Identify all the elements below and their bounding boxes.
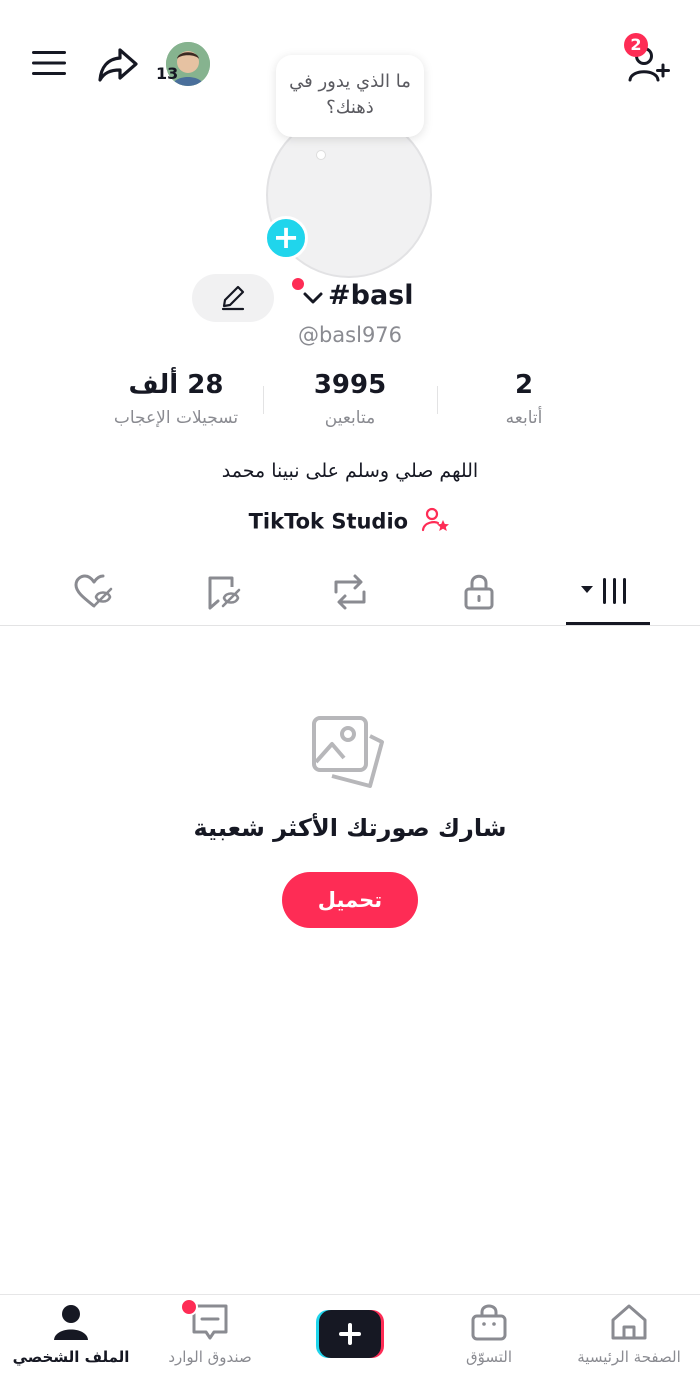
following-label: أتابعه bbox=[505, 408, 543, 428]
friend-count: 13 bbox=[156, 64, 179, 83]
likes-label: تسجيلات الإعجاب bbox=[113, 408, 239, 428]
liked-icon bbox=[74, 574, 113, 608]
profile-bio: اللهم صلي وسلم على نبينا محمد bbox=[221, 460, 479, 482]
chevron-down-icon bbox=[303, 292, 323, 304]
followers-label: متابعين bbox=[324, 408, 376, 428]
nav-shop[interactable]: التسوّق bbox=[424, 1302, 554, 1382]
tab-liked[interactable] bbox=[66, 570, 122, 614]
thought-bubble-tail bbox=[316, 150, 326, 160]
home-icon bbox=[611, 1304, 647, 1340]
inbox-notification-dot bbox=[180, 1298, 198, 1316]
bookmark-icon bbox=[208, 576, 241, 610]
username-text: @basl976 bbox=[297, 323, 403, 347]
edit-profile-button[interactable] bbox=[192, 274, 274, 322]
create-button[interactable] bbox=[316, 1310, 384, 1358]
menu-button[interactable] bbox=[30, 44, 68, 82]
repost-icon bbox=[334, 574, 366, 610]
upload-button[interactable]: تحميل bbox=[282, 872, 418, 928]
nav-inbox[interactable]: صندوق الوارد bbox=[145, 1302, 275, 1382]
username: @basl976 bbox=[0, 323, 700, 347]
create-plus-icon bbox=[316, 1310, 384, 1358]
tab-reposts[interactable] bbox=[322, 570, 378, 614]
tabs-divider bbox=[0, 625, 700, 626]
tab-favorites[interactable] bbox=[196, 570, 252, 614]
plus-icon: + bbox=[272, 218, 300, 256]
studio-link[interactable]: TikTok Studio bbox=[0, 506, 700, 539]
shopping-bag-icon bbox=[471, 1304, 507, 1341]
nav-profile[interactable]: الملف الشخصي bbox=[6, 1302, 136, 1382]
tab-private[interactable] bbox=[451, 570, 507, 614]
nav-shop-label: التسوّق bbox=[465, 1348, 513, 1366]
account-switch-button[interactable] bbox=[300, 286, 326, 310]
thought-bubble[interactable]: ما الذي يدور في ذهنك؟ bbox=[276, 55, 424, 137]
nav-home-label: الصفحة الرئيسية bbox=[577, 1348, 681, 1366]
share-arrow-icon bbox=[98, 48, 138, 82]
likes-count[interactable]: 28 ألف bbox=[86, 370, 266, 400]
photos-icon bbox=[310, 714, 390, 794]
nav-home[interactable]: الصفحة الرئيسية bbox=[564, 1302, 694, 1382]
notification-badge: 2 bbox=[624, 33, 648, 57]
lock-icon bbox=[464, 574, 494, 610]
pencil-icon bbox=[221, 285, 245, 311]
creator-star-icon bbox=[421, 506, 451, 539]
display-name[interactable]: #basl bbox=[328, 280, 414, 311]
empty-state-title: شارك صورتك الأكثر شعبية bbox=[193, 814, 507, 842]
grid-icon bbox=[581, 578, 626, 604]
hamburger-icon bbox=[32, 51, 66, 75]
following-count[interactable]: 2 bbox=[434, 370, 614, 400]
tab-videos[interactable] bbox=[580, 570, 636, 614]
followers-count[interactable]: 3995 bbox=[260, 370, 440, 400]
share-button[interactable] bbox=[96, 42, 140, 86]
studio-link-label: TikTok Studio bbox=[248, 509, 409, 534]
nav-profile-label: الملف الشخصي bbox=[12, 1348, 130, 1366]
avatar-add-button[interactable]: + bbox=[264, 216, 308, 260]
nav-inbox-label: صندوق الوارد bbox=[168, 1348, 252, 1366]
profile-icon bbox=[54, 1305, 88, 1340]
